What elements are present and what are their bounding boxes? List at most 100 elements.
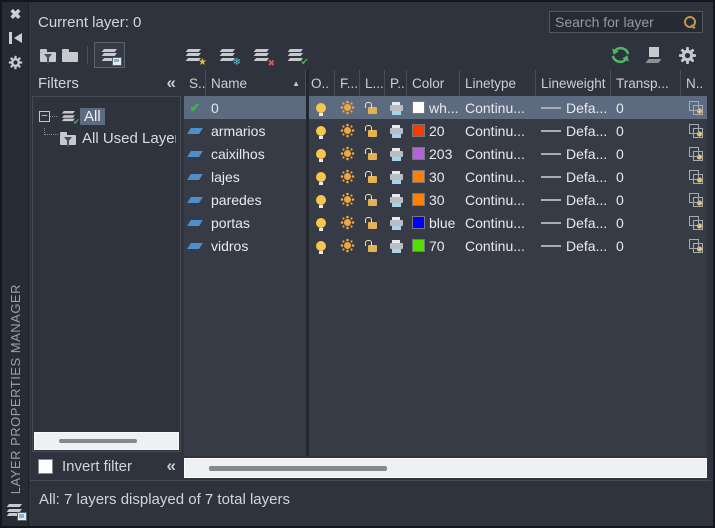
layer-lineweight[interactable]: Defa... [536,234,611,257]
color-swatch[interactable] [412,193,425,206]
layer-color[interactable]: 203 [407,142,460,165]
layer-name[interactable]: portas [206,211,306,234]
col-header-lock[interactable]: L... [360,70,385,96]
color-swatch[interactable] [412,101,425,114]
table-horizontal-scrollbar[interactable] [184,458,707,478]
layer-linetype[interactable]: Continu... [460,211,536,234]
layer-search-box[interactable] [549,11,703,33]
new-vp-freeze-icon[interactable] [689,216,703,229]
layer-color[interactable]: wh... [407,96,460,119]
layer-linetype[interactable]: Continu... [460,96,536,119]
table-row[interactable]: vidros 70 Continu... Defa... 0 [184,234,707,257]
filter-tree-item-all-used[interactable]: All Used Layers [39,127,176,149]
layer-plot-icon[interactable] [390,243,403,249]
table-row[interactable]: paredes 30 Continu... Defa... 0 [184,188,707,211]
layer-freeze-icon[interactable] [344,127,351,134]
layer-lineweight[interactable]: Defa... [536,188,611,211]
filter-all-used-label[interactable]: All Used Layers [82,130,176,147]
col-header-status[interactable]: S.. [184,70,206,96]
auto-hide-button[interactable] [2,26,29,50]
layer-on-icon[interactable] [316,103,326,113]
close-button[interactable]: ✖ [2,2,29,26]
layer-lineweight[interactable]: Defa... [536,96,611,119]
col-header-freeze[interactable]: F... [335,70,360,96]
layer-lock-icon[interactable] [368,199,377,206]
col-header-on[interactable]: O.. [306,70,335,96]
table-row[interactable]: portas blue Continu... Defa... 0 [184,211,707,234]
layer-on-icon[interactable] [316,149,326,159]
layer-plot-icon[interactable] [390,197,403,203]
col-header-lineweight[interactable]: Lineweight [536,70,611,96]
col-header-plot[interactable]: P... [385,70,407,96]
layer-transparency[interactable]: 0 [611,211,681,234]
layer-linetype[interactable]: Continu... [460,234,536,257]
layer-lock-icon[interactable] [368,153,377,160]
new-vp-freeze-icon[interactable] [689,147,703,160]
new-vp-freeze-icon[interactable] [689,101,703,114]
filter-all-label[interactable]: All [80,108,105,125]
layer-transparency[interactable]: 0 [611,234,681,257]
layer-name[interactable]: paredes [206,188,306,211]
filters-horizontal-scrollbar[interactable] [34,432,179,450]
layer-transparency[interactable]: 0 [611,165,681,188]
layer-on-icon[interactable] [316,241,326,251]
scrollbar-thumb[interactable] [209,466,387,471]
layer-color[interactable]: 30 [407,188,460,211]
layer-freeze-icon[interactable] [344,219,351,226]
color-swatch[interactable] [412,239,425,252]
layer-freeze-icon[interactable] [344,196,351,203]
layer-lock-icon[interactable] [368,176,377,183]
layer-name[interactable]: vidros [206,234,306,257]
collapse-filters-button[interactable]: « [167,73,174,93]
layer-color[interactable]: 20 [407,119,460,142]
layer-lineweight[interactable]: Defa... [536,119,611,142]
layer-transparency[interactable]: 0 [611,142,681,165]
invert-filter-checkbox[interactable] [38,459,53,474]
layer-freeze-icon[interactable] [344,173,351,180]
new-vp-freeze-icon[interactable] [689,124,703,137]
delete-layer-button[interactable]: ✖ [249,42,274,68]
filter-tree-item-all[interactable]: − ✔ All [39,105,176,127]
layer-linetype[interactable]: Continu... [460,165,536,188]
scrollbar-thumb[interactable] [59,439,137,443]
col-header-transparency[interactable]: Transp... [611,70,681,96]
collapse-panel-button[interactable]: « [167,456,174,476]
layer-on-icon[interactable] [316,172,326,182]
layer-on-icon[interactable] [316,126,326,136]
layer-freeze-icon[interactable] [344,104,351,111]
layer-on-icon[interactable] [316,218,326,228]
layer-name[interactable]: caixilhos [206,142,306,165]
layer-plot-icon[interactable] [390,174,403,180]
table-row[interactable]: caixilhos 203 Continu... Defa... 0 [184,142,707,165]
col-header-new-vp-freeze[interactable]: N.. [681,70,710,96]
table-row[interactable]: armarios 20 Continu... Defa... 0 [184,119,707,142]
color-swatch[interactable] [412,124,425,137]
layer-color[interactable]: 30 [407,165,460,188]
table-row[interactable]: ✔ 0 wh... Continu... Defa... 0 [184,96,707,119]
new-property-filter-button[interactable] [37,42,59,68]
new-vp-freeze-icon[interactable] [689,239,703,252]
new-vp-freeze-icon[interactable] [689,170,703,183]
new-layer-vp-frozen-button[interactable]: ❄ [215,42,240,68]
layer-on-icon[interactable] [316,195,326,205]
layer-lock-icon[interactable] [368,107,377,114]
layer-transparency[interactable]: 0 [611,119,681,142]
layer-linetype[interactable]: Continu... [460,188,536,211]
layer-lock-icon[interactable] [368,245,377,252]
color-swatch[interactable] [412,216,425,229]
layer-name[interactable]: armarios [206,119,306,142]
refresh-button[interactable] [607,42,634,68]
layer-plot-icon[interactable] [390,220,403,226]
layer-color[interactable]: blue [407,211,460,234]
layer-name[interactable]: lajes [206,165,306,188]
layer-states-manager-button[interactable] [94,42,125,68]
col-header-color[interactable]: Color [407,70,460,96]
color-swatch[interactable] [412,170,425,183]
layer-transparency[interactable]: 0 [611,188,681,211]
layer-lineweight[interactable]: Defa... [536,142,611,165]
layer-color[interactable]: 70 [407,234,460,257]
layer-lineweight[interactable]: Defa... [536,211,611,234]
new-layer-button[interactable]: ★ [181,42,206,68]
layer-transparency[interactable]: 0 [611,96,681,119]
layer-plot-icon[interactable] [390,128,403,134]
